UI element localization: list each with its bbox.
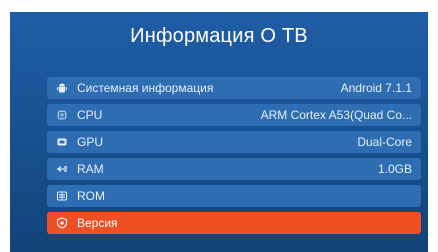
item-label: RAM bbox=[77, 162, 104, 176]
tv-info-panel: Информация О ТВ Системная информация And… bbox=[10, 12, 428, 252]
list-item-rom[interactable]: ROM bbox=[47, 185, 421, 207]
item-value: Android 7.1.1 bbox=[340, 81, 412, 95]
rom-icon bbox=[56, 190, 68, 202]
list-item-version[interactable]: Версия bbox=[47, 212, 421, 234]
ram-icon bbox=[56, 163, 68, 175]
info-list: Системная информация Android 7.1.1 CPU A… bbox=[47, 77, 421, 239]
page-title: Информация О ТВ bbox=[130, 25, 308, 47]
item-label: Версия bbox=[77, 216, 118, 230]
item-value: 1.0GB bbox=[377, 162, 412, 176]
android-icon bbox=[56, 82, 68, 94]
gpu-icon bbox=[56, 136, 68, 148]
version-icon bbox=[56, 217, 68, 229]
list-item-system-info[interactable]: Системная информация Android 7.1.1 bbox=[47, 77, 421, 99]
list-item-ram[interactable]: RAM 1.0GB bbox=[47, 158, 421, 180]
item-value: Dual-Core bbox=[357, 135, 412, 149]
list-item-gpu[interactable]: GPU Dual-Core bbox=[47, 131, 421, 153]
item-label: CPU bbox=[77, 108, 103, 122]
list-item-cpu[interactable]: CPU ARM Cortex A53(Quad Co... bbox=[47, 104, 421, 126]
item-value: ARM Cortex A53(Quad Co... bbox=[260, 108, 412, 122]
item-label: GPU bbox=[77, 135, 104, 149]
top-divider bbox=[0, 0, 438, 10]
cpu-icon bbox=[56, 109, 68, 121]
item-label: ROM bbox=[77, 189, 105, 203]
item-label: Системная информация bbox=[77, 81, 214, 95]
